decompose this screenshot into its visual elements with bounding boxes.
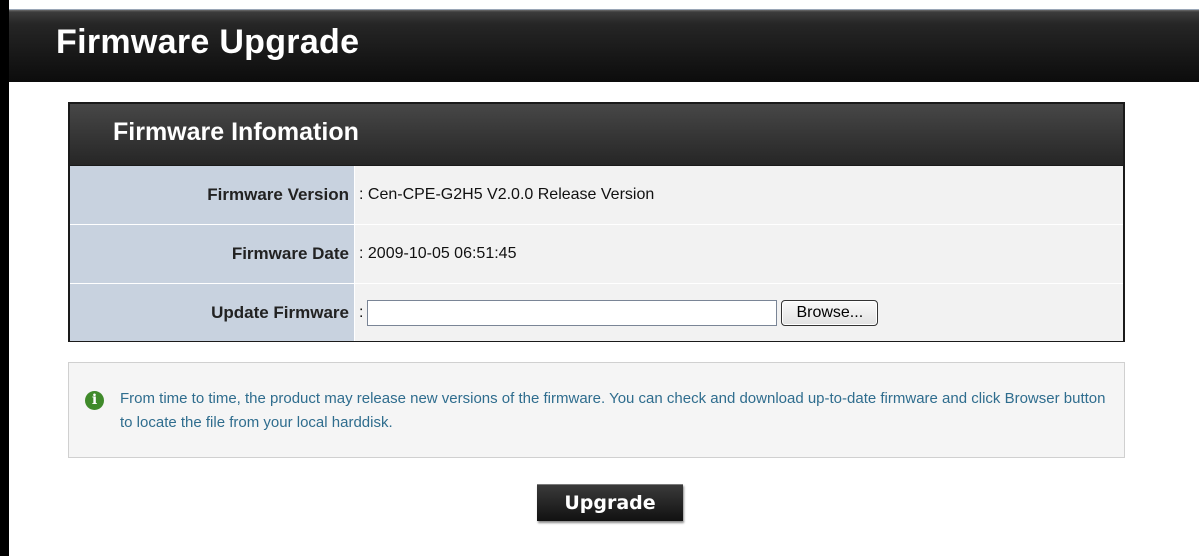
firmware-version-label: Firmware Version xyxy=(70,166,355,224)
info-icon: i xyxy=(85,391,104,410)
firmware-version-row: Firmware Version : Cen-CPE-G2H5 V2.0.0 R… xyxy=(70,166,1123,225)
page-header: Firmware Upgrade xyxy=(9,9,1199,82)
upgrade-button[interactable]: Upgrade xyxy=(537,484,683,521)
help-text: From time to time, the product may relea… xyxy=(120,390,1106,431)
firmware-date-label: Firmware Date xyxy=(70,225,355,283)
update-firmware-label: Update Firmware xyxy=(70,284,355,341)
update-firmware-separator: : xyxy=(359,303,364,321)
browse-button[interactable]: Browse... xyxy=(781,299,879,326)
left-border xyxy=(0,0,9,556)
update-firmware-value: : Browse... xyxy=(355,284,1123,341)
firmware-date-row: Firmware Date : 2009-10-05 06:51:45 xyxy=(70,225,1123,284)
firmware-version-value: : Cen-CPE-G2H5 V2.0.0 Release Version xyxy=(355,166,1123,224)
firmware-file-input[interactable] xyxy=(367,299,778,326)
update-firmware-row: Update Firmware : Browse... xyxy=(70,284,1123,341)
firmware-date-value: : 2009-10-05 06:51:45 xyxy=(355,225,1123,283)
panel-header: Firmware Infomation xyxy=(70,104,1123,166)
panel-title: Firmware Infomation xyxy=(113,118,359,146)
page-title: Firmware Upgrade xyxy=(56,23,360,61)
help-box: i From time to time, the product may rel… xyxy=(68,362,1125,458)
firmware-info-panel: Firmware Infomation Firmware Version : C… xyxy=(68,102,1125,342)
